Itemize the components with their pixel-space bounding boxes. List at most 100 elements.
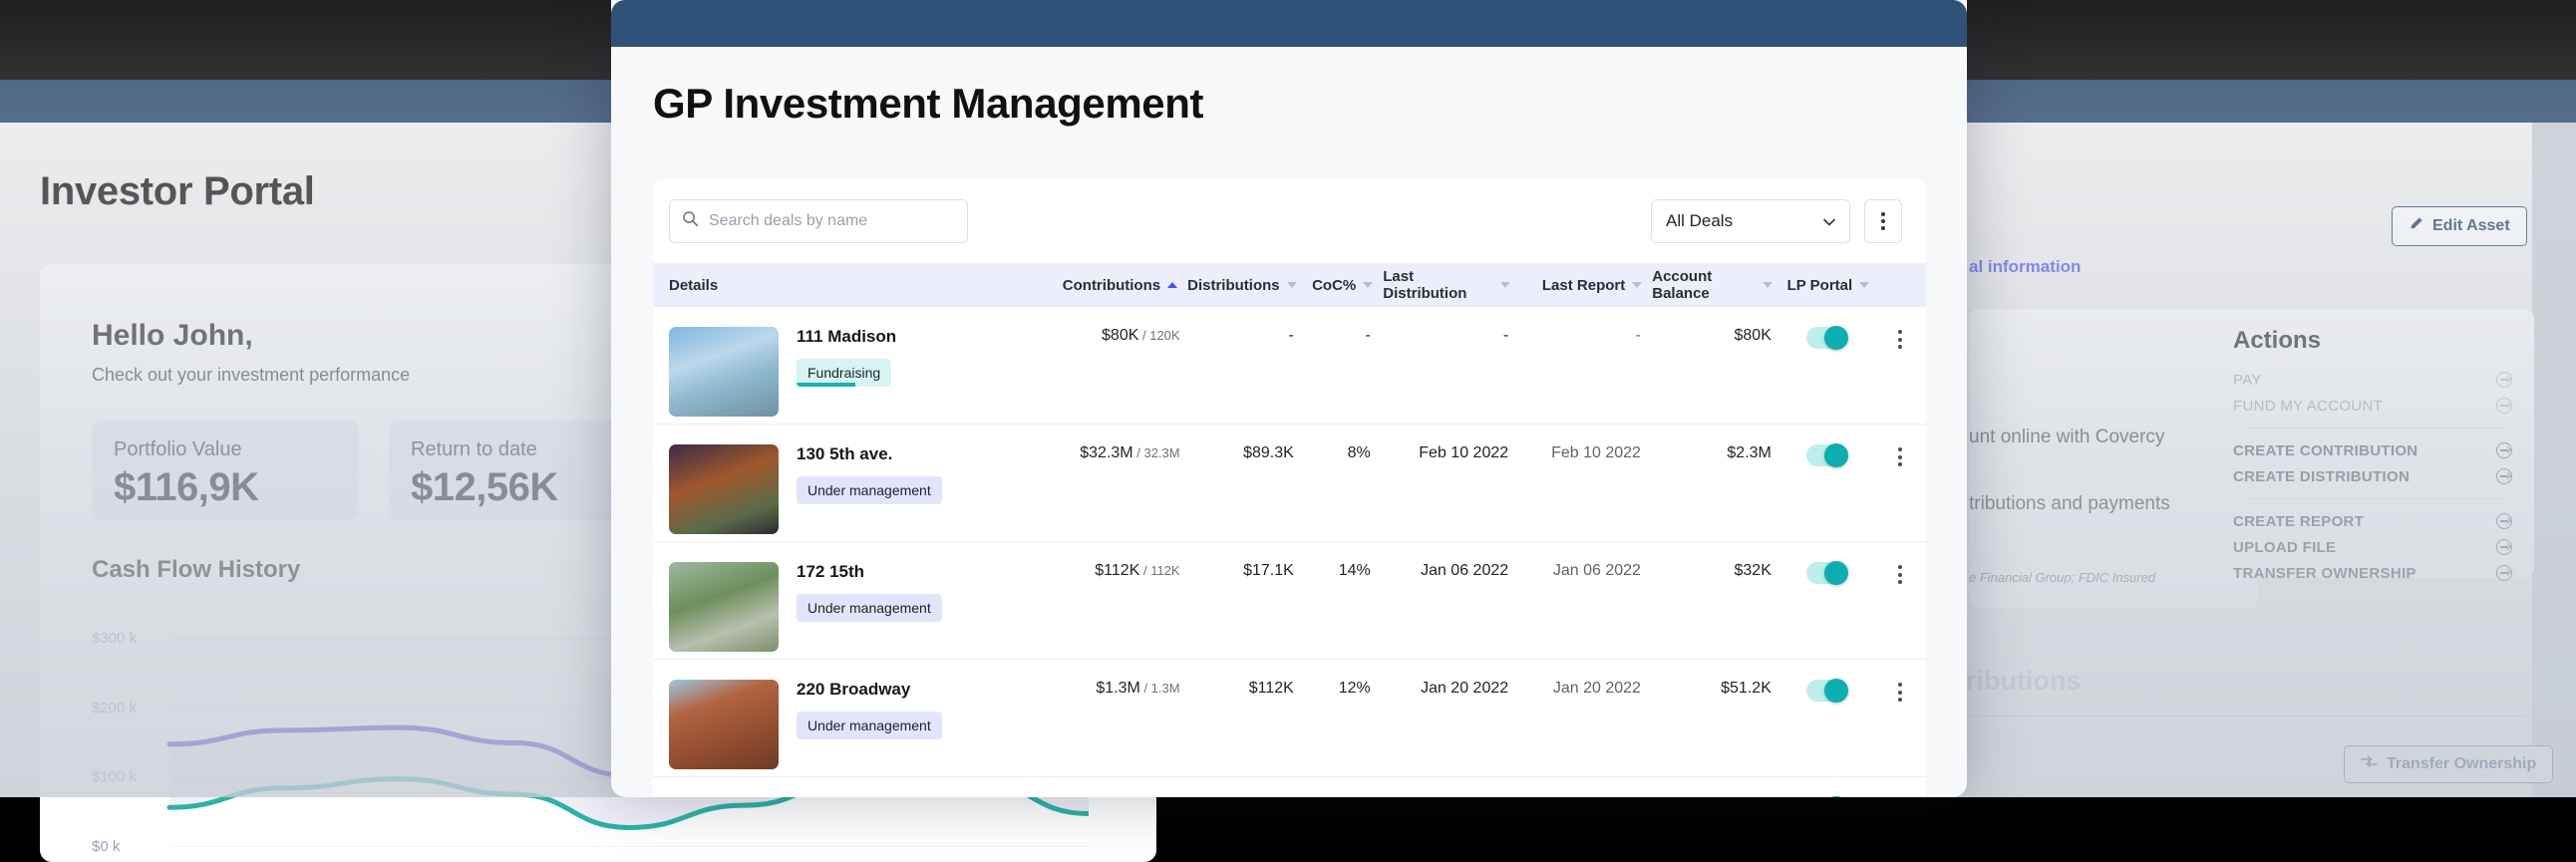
column-header-account-balance[interactable]: Account Balance xyxy=(1652,268,1781,302)
cell-contributions: $112K / 112K xyxy=(1021,562,1190,580)
action-item-label: PAY xyxy=(2233,372,2262,389)
column-header-details[interactable]: Details xyxy=(653,277,1019,294)
cell-account-balance: $2.3M xyxy=(1651,444,1781,462)
column-label: LP Portal xyxy=(1787,277,1853,294)
deals-filter-value: All Deals xyxy=(1666,211,1733,231)
cell-details: 130 5th ave. Under management xyxy=(653,444,1021,534)
cell-lp-portal xyxy=(1781,562,1874,584)
cell-last-report: - xyxy=(1518,327,1651,345)
arrow-right-circle-icon xyxy=(2496,372,2512,388)
search-deals-field[interactable]: Search deals by name xyxy=(669,199,968,243)
column-label: CoC% xyxy=(1312,277,1356,294)
column-label: Distributions xyxy=(1187,277,1280,294)
kebab-menu-icon xyxy=(1898,565,1902,569)
action-item-pay[interactable]: PAY xyxy=(2233,367,2512,393)
cell-coc: 8% xyxy=(1304,444,1381,462)
transfer-ownership-label: Transfer Ownership xyxy=(2387,755,2536,773)
action-item-create-contribution[interactable]: CREATE CONTRIBUTION xyxy=(2233,437,2512,463)
deals-table-body: 111 MadisonFundraising$80K / 120K----$80… xyxy=(653,307,1926,797)
arrow-right-circle-icon xyxy=(2496,398,2512,414)
deal-name[interactable]: 220 Broadway xyxy=(797,680,942,700)
cell-coc: 12% xyxy=(1304,680,1381,698)
column-header-coc[interactable]: CoC% xyxy=(1307,277,1384,294)
action-item-label: CREATE DISTRIBUTION xyxy=(2233,468,2410,485)
column-label: Contributions xyxy=(1063,277,1160,294)
column-header-contributions[interactable]: Contributions xyxy=(1019,277,1187,294)
gp-investment-management-modal: GP Investment Management Search deals by… xyxy=(611,0,1967,797)
deal-thumbnail xyxy=(669,680,779,769)
row-overflow-menu-button[interactable] xyxy=(1898,680,1902,702)
lp-portal-toggle[interactable] xyxy=(1806,680,1848,702)
deals-table-header: Details Contributions Distributions CoC%… xyxy=(653,263,1926,307)
deal-name[interactable]: 172 15th xyxy=(797,562,942,582)
action-item-fund-my-account[interactable]: FUND MY ACCOUNT xyxy=(2233,393,2512,419)
cell-details: 172 15thUnder management xyxy=(653,562,1021,652)
arrow-right-circle-icon xyxy=(2496,442,2512,458)
cell-lp-portal xyxy=(1781,444,1874,466)
edit-asset-label: Edit Asset xyxy=(2432,217,2510,235)
lp-portal-toggle[interactable] xyxy=(1806,444,1848,466)
deal-thumbnail xyxy=(669,327,779,417)
cell-last-distribution: Jan 20 2022 xyxy=(1381,680,1518,698)
row-overflow-menu-button[interactable] xyxy=(1898,562,1902,584)
table-row[interactable]: 111 MadisonFundraising$80K / 120K----$80… xyxy=(653,307,1926,425)
contributions-amount: $112K xyxy=(1095,562,1139,579)
column-header-last-report[interactable]: Last Report xyxy=(1520,277,1652,294)
modal-heading: GP Investment Management xyxy=(653,80,1203,128)
deals-filter-select[interactable]: All Deals xyxy=(1651,199,1850,243)
arrow-right-circle-icon xyxy=(2496,513,2512,529)
column-header-lp-portal[interactable]: LP Portal xyxy=(1782,277,1875,294)
cell-distributions: - xyxy=(1190,327,1304,345)
actions-title: Actions xyxy=(2233,327,2512,355)
deal-thumbnail xyxy=(669,562,779,652)
kebab-menu-icon xyxy=(1898,691,1902,695)
kebab-menu-icon xyxy=(1898,698,1902,702)
action-item-create-distribution[interactable]: CREATE DISTRIBUTION xyxy=(2233,463,2512,489)
action-item-label: CREATE CONTRIBUTION xyxy=(2233,442,2417,459)
fundraising-progress-bar xyxy=(797,383,855,387)
cell-contributions: $80K / 120K xyxy=(1021,327,1190,345)
action-item-label: FUND MY ACCOUNT xyxy=(2233,398,2383,415)
table-row[interactable]: 350 4th Ave$250K / 250K$150K18%Jan 06 20… xyxy=(653,777,1926,797)
actions-list: PAY FUND MY ACCOUNT CREATE CONTRIBUTION CRE… xyxy=(2233,367,2512,586)
column-label: Account Balance xyxy=(1652,268,1755,302)
table-row[interactable]: 220 BroadwayUnder management$1.3M / 1.3M… xyxy=(653,660,1926,777)
kebab-menu-icon xyxy=(1898,345,1902,349)
transfer-ownership-button[interactable]: Transfer Ownership xyxy=(2344,745,2553,783)
row-overflow-menu-button[interactable] xyxy=(1898,444,1902,466)
section-divider xyxy=(1969,716,2527,717)
deal-name[interactable]: 130 5th ave. xyxy=(797,444,942,464)
account-info-line-1: unt online with Covercy xyxy=(1969,427,2164,448)
column-header-distributions[interactable]: Distributions xyxy=(1187,277,1307,294)
action-item-upload-file[interactable]: UPLOAD FILE xyxy=(2233,534,2512,560)
arrow-right-circle-icon xyxy=(2496,468,2512,484)
status-badge: Under management xyxy=(797,712,942,739)
search-input-placeholder: Search deals by name xyxy=(709,212,867,230)
action-item-transfer-ownership[interactable]: TRANSFER OWNERSHIP xyxy=(2233,560,2512,586)
status-badge: Under management xyxy=(797,476,942,504)
row-overflow-menu-button[interactable] xyxy=(1898,327,1902,349)
kebab-menu-icon xyxy=(1881,219,1885,223)
kebab-menu-icon xyxy=(1898,455,1902,459)
cell-last-distribution: - xyxy=(1381,327,1518,345)
kebab-menu-icon xyxy=(1881,226,1885,230)
lp-portal-toggle[interactable] xyxy=(1806,327,1848,349)
edit-asset-button[interactable]: Edit Asset xyxy=(2392,206,2527,246)
actions-card: Actions PAY FUND MY ACCOUNT CREATE CONTRIB… xyxy=(2211,309,2534,578)
cell-row-menu xyxy=(1874,444,1926,466)
transfer-arrows-icon xyxy=(2361,755,2378,773)
lp-portal-toggle[interactable] xyxy=(1806,562,1848,584)
action-item-create-report[interactable]: CREATE REPORT xyxy=(2233,508,2512,534)
sort-descending-icon xyxy=(1363,282,1373,288)
table-row[interactable]: 130 5th ave.Under management$32.3M / 32.… xyxy=(653,425,1926,542)
column-header-last-distribution[interactable]: Last Distribution xyxy=(1383,268,1520,302)
contributions-amount: $1.3M xyxy=(1096,680,1139,697)
contributions-target: / 112K xyxy=(1139,563,1179,578)
kebab-menu-icon xyxy=(1898,330,1902,334)
cell-account-balance: $51.2K xyxy=(1651,680,1781,698)
table-row[interactable]: 172 15thUnder management$112K / 112K$17.… xyxy=(653,542,1926,660)
deal-name[interactable]: 111 Madison xyxy=(797,327,896,347)
additional-information-link[interactable]: al information xyxy=(1969,257,2081,277)
table-overflow-menu-button[interactable] xyxy=(1864,199,1902,243)
arrow-right-circle-icon xyxy=(2496,565,2512,581)
